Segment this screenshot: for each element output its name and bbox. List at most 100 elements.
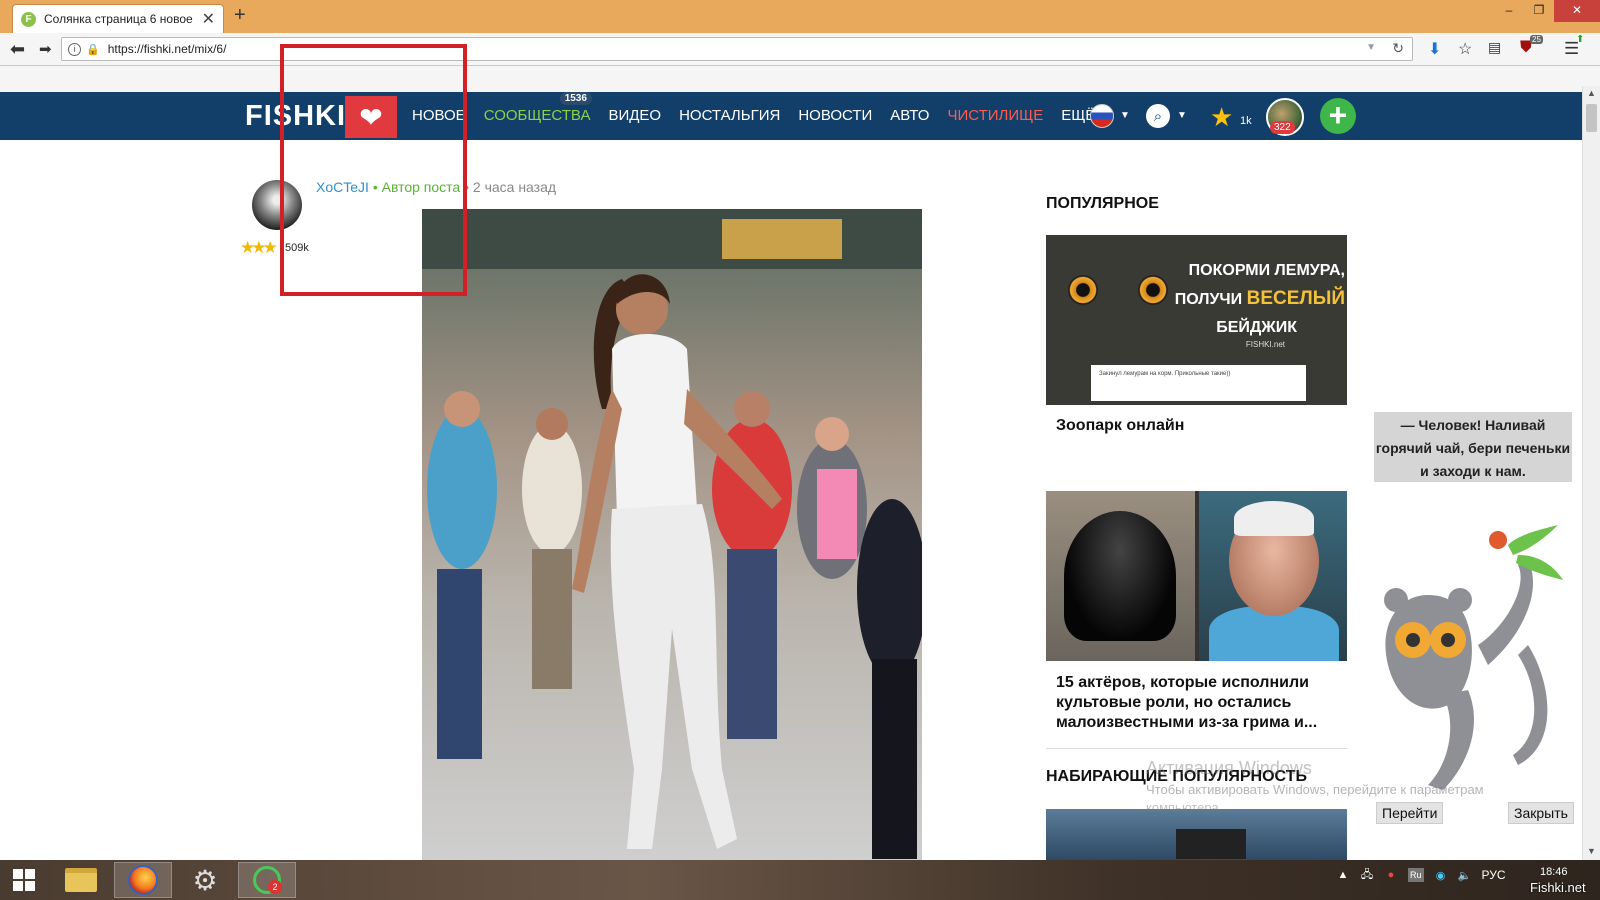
menu-item-communities[interactable]: Сообщества 1536 xyxy=(483,92,592,124)
tab-close-icon[interactable]: ✕ xyxy=(202,9,215,29)
url-text[interactable]: https://fishki.net/mix/6/ xyxy=(108,42,227,56)
taskbar-clock[interactable]: 18:46 xyxy=(1540,866,1568,878)
popular-card-title[interactable]: 15 актёров, которые исполнили культовые … xyxy=(1056,673,1346,733)
fishki-favicon-icon: F xyxy=(21,11,36,27)
menu-item-video[interactable]: Видео xyxy=(608,107,661,124)
firefox-icon xyxy=(128,865,158,895)
minimize-button[interactable]: – xyxy=(1494,0,1524,22)
lemur-promo-text: ПОКОРМИ ЛЕМУРА, ПОЛУЧИ ВЕСЕЛЫЙ БЕЙДЖИК xyxy=(1175,257,1345,342)
mini-comment-preview: Закинул лемурам на корм. Прикольные таки… xyxy=(1091,365,1306,401)
taskbar-green-app[interactable] xyxy=(238,862,296,898)
street-photo-image xyxy=(422,209,922,860)
author-stars-icon: ★★★ xyxy=(240,238,278,257)
language-indicator[interactable]: РУС xyxy=(1482,868,1506,882)
tab-title: Солянка страница 6 новое xyxy=(44,12,193,26)
helmet-shape xyxy=(1064,511,1176,641)
lemur-mascot-icon xyxy=(1384,525,1563,790)
back-arrow-icon[interactable]: ⬅ xyxy=(10,39,25,60)
actor-image xyxy=(1198,491,1347,661)
download-icon[interactable]: ⬇ xyxy=(1428,39,1441,59)
site-info-icon[interactable]: i xyxy=(68,42,81,56)
notifications-badge: 322 xyxy=(1270,121,1295,134)
rising-card-image[interactable] xyxy=(1046,809,1347,860)
windows-activation-title: Активация Windows xyxy=(1146,758,1312,778)
lock-icon: 🔒 xyxy=(86,43,100,56)
window-controls: – ❐ ✕ xyxy=(1494,0,1600,22)
chevron-down-icon[interactable]: ▼ xyxy=(1177,110,1187,121)
reload-icon[interactable]: ↻ xyxy=(1392,40,1404,57)
bookmark-star-icon[interactable]: ☆ xyxy=(1458,39,1472,59)
russian-flag-icon[interactable] xyxy=(1090,104,1114,128)
lemur-speech-bubble: — Человек! Наливай горячий чай, бери печ… xyxy=(1374,412,1572,482)
bookmark-bar xyxy=(0,66,1600,92)
windows-activation-text: компьютера. xyxy=(1146,800,1223,815)
forward-arrow-icon[interactable]: ➡ xyxy=(39,40,52,58)
popular-card-actors[interactable] xyxy=(1046,491,1347,661)
close-window-button[interactable]: ✕ xyxy=(1554,0,1600,22)
app-notification-badge: 2 xyxy=(268,880,282,894)
taskbar-firefox[interactable] xyxy=(114,862,172,898)
add-post-button[interactable]: + xyxy=(1320,98,1356,134)
post-photo[interactable] xyxy=(422,209,922,860)
promo-highlight: ВЕСЕЛЫЙ xyxy=(1246,288,1345,309)
boat-shape xyxy=(1176,829,1246,859)
system-tray: ▲ 🖧 ● Ru ◉ 🔈 РУС xyxy=(1336,868,1506,882)
star-count: 1k xyxy=(1240,115,1252,127)
addon-badge: 25 xyxy=(1530,35,1543,44)
scroll-up-icon[interactable]: ▲ xyxy=(1587,88,1596,98)
search-icon[interactable]: ⌕ xyxy=(1146,104,1170,128)
lemur-go-button[interactable]: Перейти xyxy=(1376,802,1444,824)
reading-list-icon[interactable]: ▤ xyxy=(1488,39,1501,56)
lemur-close-button[interactable]: Закрыть xyxy=(1508,802,1574,824)
messenger-icon[interactable]: ◉ xyxy=(1434,868,1448,882)
site-watermark: Fishki.net xyxy=(1530,880,1586,895)
popular-card-title[interactable]: Зоопарк онлайн xyxy=(1056,417,1184,435)
tray-up-arrow-icon[interactable]: ▲ xyxy=(1336,868,1350,882)
menu-item-news[interactable]: Новости xyxy=(798,107,872,124)
windows-logo-icon xyxy=(13,869,35,891)
menu-item-communities-label: Сообщества xyxy=(483,107,591,124)
scrollbar-thumb[interactable] xyxy=(1586,104,1597,132)
volume-icon[interactable]: 🔈 xyxy=(1458,868,1472,882)
popular-heading: Популярное xyxy=(1046,195,1159,212)
taskbar-settings[interactable]: ⚙ xyxy=(176,862,234,898)
scroll-down-icon[interactable]: ▼ xyxy=(1587,846,1596,856)
addon-icon[interactable]: ⬆ xyxy=(1576,34,1584,45)
browser-navigation-bar: ⬅ ➡ i 🔒 https://fishki.net/mix/6/ ▼ ↻ ⬇ … xyxy=(0,33,1600,66)
windows-activation-text: Чтобы активировать Windows, перейдите к … xyxy=(1146,782,1484,797)
browser-tab-strip: F Солянка страница 6 новое ✕ + – ❐ ✕ xyxy=(0,0,1600,33)
sidebar-divider xyxy=(1046,748,1347,749)
promo-line: ПОКОРМИ ЛЕМУРА, xyxy=(1188,262,1345,279)
popular-card-lemur[interactable]: ПОКОРМИ ЛЕМУРА, ПОЛУЧИ ВЕСЕЛЫЙ БЕЙДЖИК F… xyxy=(1046,235,1347,405)
brand-label: FISHKI.net xyxy=(1245,340,1285,349)
address-bar[interactable]: i 🔒 https://fishki.net/mix/6/ ▼ ↻ xyxy=(61,37,1413,61)
menu-item-purgatory[interactable]: Чистилище xyxy=(947,107,1043,124)
folder-icon xyxy=(65,868,97,892)
lemur-eye-icon xyxy=(1068,275,1098,305)
restore-button[interactable]: ❐ xyxy=(1524,0,1554,22)
annotation-highlight-box xyxy=(280,44,467,296)
promo-text: ПОЛУЧИ xyxy=(1174,291,1243,308)
network-icon[interactable]: 🖧 xyxy=(1360,868,1374,882)
vader-image xyxy=(1046,491,1195,661)
communities-count-badge: 1536 xyxy=(559,92,592,105)
chevron-down-icon[interactable]: ▼ xyxy=(1120,110,1130,121)
promo-line: ПОЛУЧИ ВЕСЕЛЫЙ xyxy=(1175,285,1345,314)
main-menu: Новое Сообщества 1536 Видео Ностальгия Н… xyxy=(412,92,1113,124)
taskbar-file-explorer[interactable] xyxy=(52,862,110,898)
promo-line: БЕЙДЖИК xyxy=(1216,319,1297,336)
gear-icon: ⚙ xyxy=(192,864,218,896)
start-button[interactable] xyxy=(0,862,48,898)
antivirus-icon[interactable]: ● xyxy=(1384,868,1398,882)
menu-item-auto[interactable]: Авто xyxy=(890,107,929,124)
url-dropdown-icon[interactable]: ▼ xyxy=(1366,42,1376,53)
star-icon[interactable]: ★ xyxy=(1210,102,1233,133)
browser-tab-active[interactable]: F Солянка страница 6 новое ✕ xyxy=(12,4,224,33)
new-tab-button[interactable]: + xyxy=(234,4,246,27)
site-header: FISHKI ❤ Новое Сообщества 1536 Видео Нос… xyxy=(0,92,1582,140)
input-lang-icon[interactable]: Ru xyxy=(1408,868,1424,882)
menu-item-nostalgia[interactable]: Ностальгия xyxy=(679,107,780,124)
lemur-eye-icon xyxy=(1138,275,1168,305)
post-time: 2 часа назад xyxy=(472,179,557,195)
page-scrollbar[interactable]: ▲ ▼ xyxy=(1582,86,1600,860)
